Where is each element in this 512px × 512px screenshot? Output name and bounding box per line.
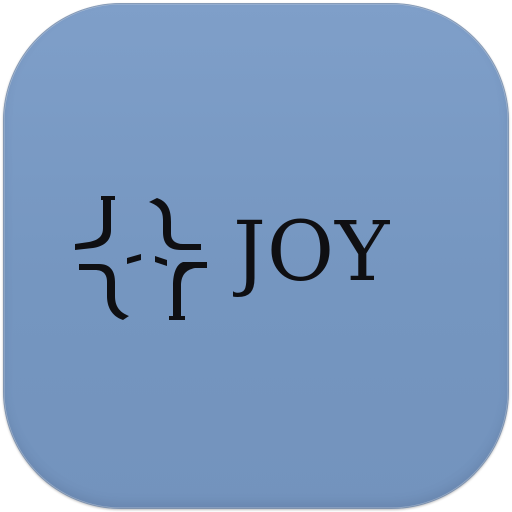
wordmark-text: JOY <box>233 205 390 300</box>
joy-wordmark: JOY <box>233 205 390 300</box>
joy-logo: JOY <box>71 188 431 328</box>
app-icon[interactable]: JOY <box>3 3 509 509</box>
joy-mark-icon <box>75 196 207 320</box>
